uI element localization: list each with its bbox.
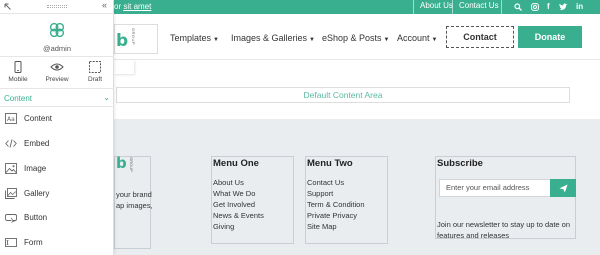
username: @admin	[42, 44, 72, 53]
about-line: ap images,	[116, 201, 153, 210]
divider	[0, 13, 114, 14]
block-label: Embed	[24, 139, 50, 148]
caret-down-icon: ▼	[383, 37, 390, 43]
caret-down-icon: ▼	[309, 37, 315, 43]
content-section-header[interactable]: Content ⌄	[4, 93, 110, 104]
logo-mark: b	[116, 31, 129, 51]
block-embed[interactable]: Embed	[5, 137, 109, 151]
mobile-icon	[14, 61, 22, 73]
nav-account[interactable]: Account ▼	[397, 33, 437, 43]
top-divider	[501, 0, 502, 14]
block-label: Button	[24, 213, 48, 222]
instagram-icon[interactable]	[531, 3, 539, 11]
menu-one-link[interactable]: What We Do	[213, 188, 264, 199]
divider	[0, 88, 114, 89]
block-gallery[interactable]: Gallery	[5, 187, 109, 201]
nav-eshop-posts[interactable]: eShop & Posts ▼	[322, 33, 390, 43]
top-link-contact[interactable]: Contact Us	[459, 1, 499, 11]
twitter-icon[interactable]	[559, 3, 568, 11]
block-image[interactable]: Image	[5, 162, 109, 176]
divider	[0, 106, 114, 107]
tagline-text: or	[114, 2, 124, 11]
menu-two-link[interactable]: Contact Us	[307, 177, 365, 188]
section-title: Content	[4, 94, 33, 103]
editor-panel: « @admin Mobile Preview Draft Content ⌄ …	[0, 0, 114, 255]
collapse-icon[interactable]	[4, 3, 12, 11]
menu-one-title: Menu One	[213, 158, 259, 169]
nav-label: Images & Galleries	[231, 33, 308, 43]
block-label: Content	[24, 114, 53, 123]
about-line: your brand	[116, 190, 152, 199]
code-icon	[5, 139, 17, 148]
text-block-icon: Aa	[5, 113, 17, 124]
menu-two-list: Contact Us Support Term & Condition Priv…	[307, 177, 365, 232]
menu-two-link[interactable]: Private Privacy	[307, 210, 365, 221]
caret-down-icon: ▼	[431, 37, 438, 43]
subscribe-button[interactable]	[550, 179, 576, 197]
image-icon	[5, 163, 17, 174]
email-field[interactable]: Enter your email address	[439, 179, 551, 197]
block-label: Gallery	[24, 189, 50, 198]
menu-one-link[interactable]: Get Involved	[213, 199, 264, 210]
menu-one-list: About Us What We Do Get Involved News & …	[213, 177, 264, 232]
mode-label: Mobile	[8, 76, 28, 83]
menu-two-title: Menu Two	[307, 158, 353, 169]
top-divider	[452, 0, 453, 14]
divider	[0, 56, 114, 57]
logo-tag: GROUP	[131, 27, 137, 46]
block-label: Image	[24, 164, 47, 173]
gallery-icon	[5, 188, 17, 199]
eye-icon	[50, 63, 64, 71]
block-label: Form	[24, 238, 43, 247]
mode-label: Preview	[45, 76, 69, 83]
mode-preview[interactable]: Preview	[39, 61, 75, 83]
block-content[interactable]: Aa Content	[5, 112, 109, 126]
panel-tab	[114, 60, 134, 74]
top-tagline: or sit amet	[114, 2, 151, 11]
facebook-icon[interactable]: f	[547, 2, 550, 12]
subscribe-note: Join our newsletter to stay up to date o…	[437, 220, 570, 240]
nav-label: Templates	[170, 33, 212, 43]
mode-label: Draft	[87, 76, 103, 83]
svg-text:Aa: Aa	[7, 116, 15, 123]
drag-handle[interactable]	[47, 5, 67, 8]
tagline-link[interactable]: sit amet	[123, 2, 151, 11]
footer-logo-tag: GROUP	[128, 157, 134, 172]
top-divider	[413, 0, 414, 14]
linkedin-icon[interactable]: in	[576, 2, 583, 12]
contact-button[interactable]: Contact	[446, 26, 514, 48]
caret-down-icon: ▼	[213, 37, 219, 43]
search-icon[interactable]	[514, 3, 522, 11]
default-content-area[interactable]: Default Content Area	[116, 87, 570, 103]
block-button[interactable]: Button	[5, 211, 109, 225]
nav-templates[interactable]: Templates ▼	[170, 33, 219, 43]
menu-two-link[interactable]: Support	[307, 188, 365, 199]
button-icon	[5, 214, 17, 223]
user-logo-icon	[49, 22, 65, 38]
menu-one-link[interactable]: News & Events	[213, 210, 264, 221]
nav-images-galleries[interactable]: Images & Galleries ▼	[231, 33, 315, 43]
mode-draft[interactable]: Draft	[77, 61, 113, 83]
block-form[interactable]: Form	[5, 236, 109, 250]
footer-logo-mark: b	[116, 154, 127, 172]
nav-label: eShop & Posts	[322, 33, 382, 43]
menu-two-link[interactable]: Site Map	[307, 221, 365, 232]
chevron-down-icon: ⌄	[103, 93, 110, 102]
menu-one-link[interactable]: Giving	[213, 221, 264, 232]
mode-mobile[interactable]: Mobile	[0, 61, 36, 83]
donate-button[interactable]: Donate	[518, 26, 582, 48]
nav-label: Account	[397, 33, 430, 43]
menu-one-link[interactable]: About Us	[213, 177, 264, 188]
subscribe-title: Subscribe	[437, 158, 483, 169]
footer-about-text: your brand ap images,	[116, 189, 153, 211]
top-link-about[interactable]: About Us	[420, 1, 453, 11]
double-chevron-left-icon[interactable]: «	[102, 0, 107, 10]
form-icon	[5, 238, 17, 247]
send-icon	[558, 183, 568, 193]
menu-two-link[interactable]: Term & Condition	[307, 199, 365, 210]
draft-icon	[89, 61, 101, 73]
